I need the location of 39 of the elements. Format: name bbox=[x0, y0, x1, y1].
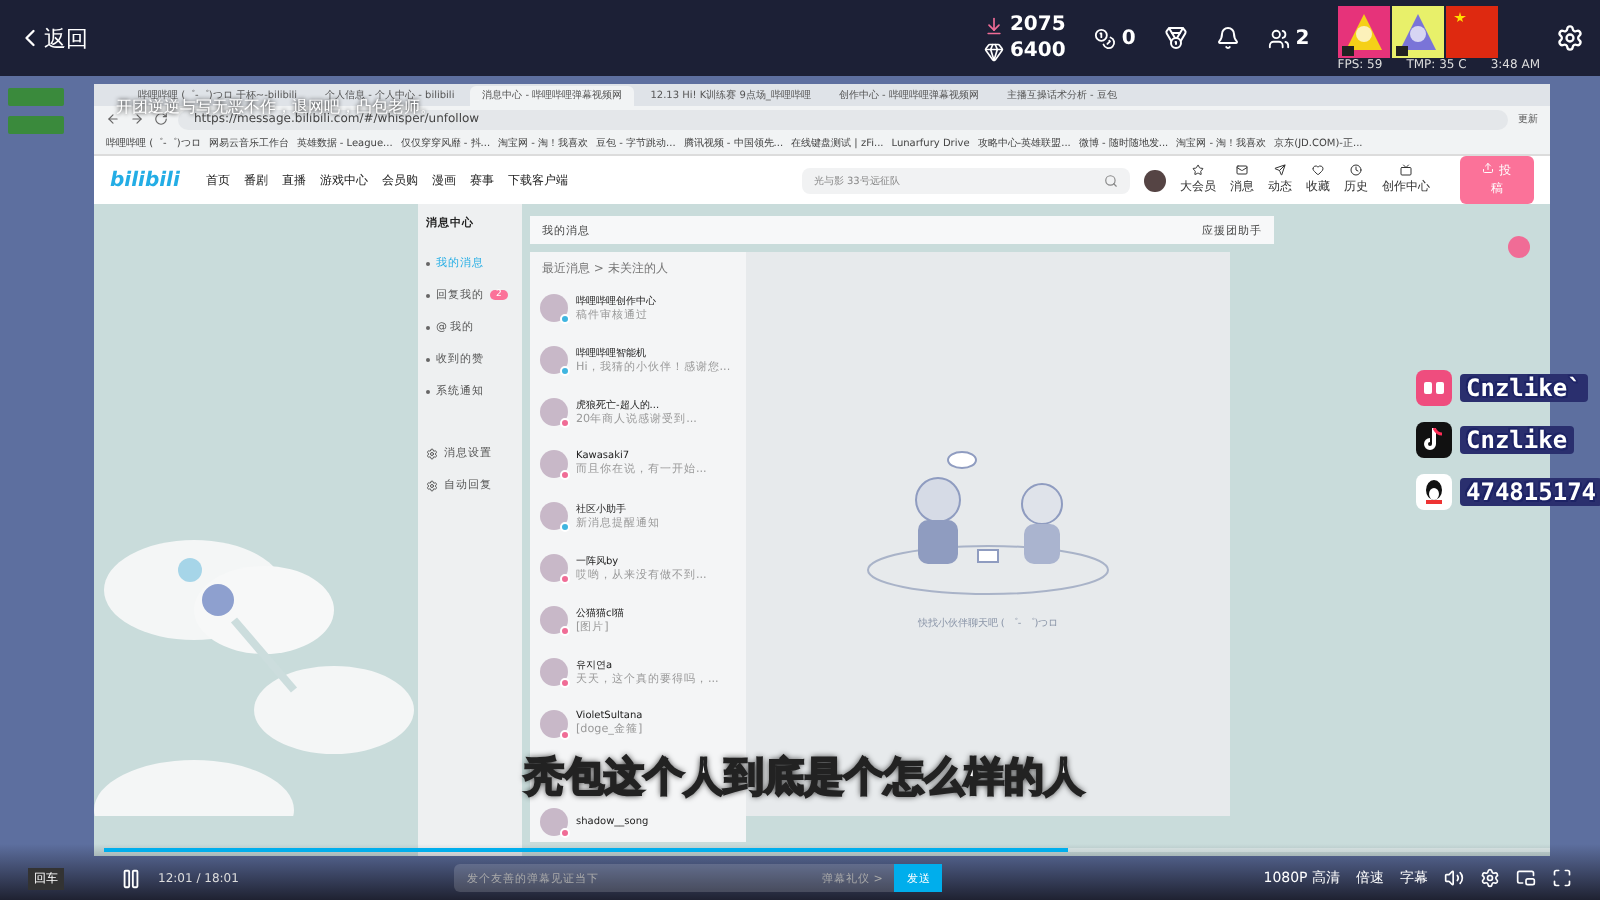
penguin-icon bbox=[1416, 474, 1452, 510]
stat-count: 2075 bbox=[983, 14, 1066, 36]
nav-icon bbox=[1191, 164, 1204, 176]
social-handle: Cnzlike` bbox=[1460, 374, 1588, 402]
coin-count: 0 bbox=[1093, 27, 1136, 49]
app-icon bbox=[1416, 370, 1452, 406]
people-icon bbox=[1267, 27, 1290, 49]
reload-icon[interactable] bbox=[154, 112, 168, 126]
nav-icon bbox=[1349, 164, 1362, 176]
coins-icon bbox=[1093, 27, 1116, 49]
nav-icon bbox=[1235, 164, 1248, 176]
fullscreen-icon[interactable] bbox=[1552, 868, 1572, 888]
back-icon[interactable] bbox=[106, 112, 120, 126]
settings-icon[interactable] bbox=[1480, 868, 1500, 888]
subtitle-text: 秃包这个人到底是个怎么样的人 bbox=[524, 754, 1084, 800]
social-handle: Cnzlike bbox=[1460, 426, 1574, 454]
back-button[interactable]: 返回 bbox=[16, 23, 88, 53]
upload-icon bbox=[1482, 162, 1495, 174]
bell-icon[interactable] bbox=[1215, 26, 1240, 50]
download-icon bbox=[983, 15, 1004, 35]
stat-count: 6400 bbox=[983, 40, 1066, 62]
volume-icon[interactable] bbox=[1444, 868, 1464, 888]
diamond-icon bbox=[983, 41, 1004, 61]
settings-icon[interactable] bbox=[1556, 24, 1584, 52]
gear-icon bbox=[426, 447, 438, 459]
search-icon[interactable] bbox=[1104, 173, 1119, 187]
pip-icon[interactable] bbox=[1516, 868, 1536, 888]
flag-icon bbox=[1445, 5, 1498, 57]
music-note-icon bbox=[1416, 422, 1452, 458]
user-avatar[interactable] bbox=[1144, 169, 1166, 191]
nav-icon bbox=[1273, 164, 1286, 176]
gear-icon bbox=[426, 479, 438, 491]
social-handle: 474815174 bbox=[1460, 478, 1600, 506]
pause-button[interactable] bbox=[120, 867, 142, 889]
fans-count: 2 bbox=[1267, 27, 1310, 49]
forward-icon[interactable] bbox=[130, 112, 144, 126]
nav-icon bbox=[1311, 164, 1324, 176]
nav-icon bbox=[1399, 164, 1412, 176]
medal-icon[interactable] bbox=[1163, 26, 1188, 50]
